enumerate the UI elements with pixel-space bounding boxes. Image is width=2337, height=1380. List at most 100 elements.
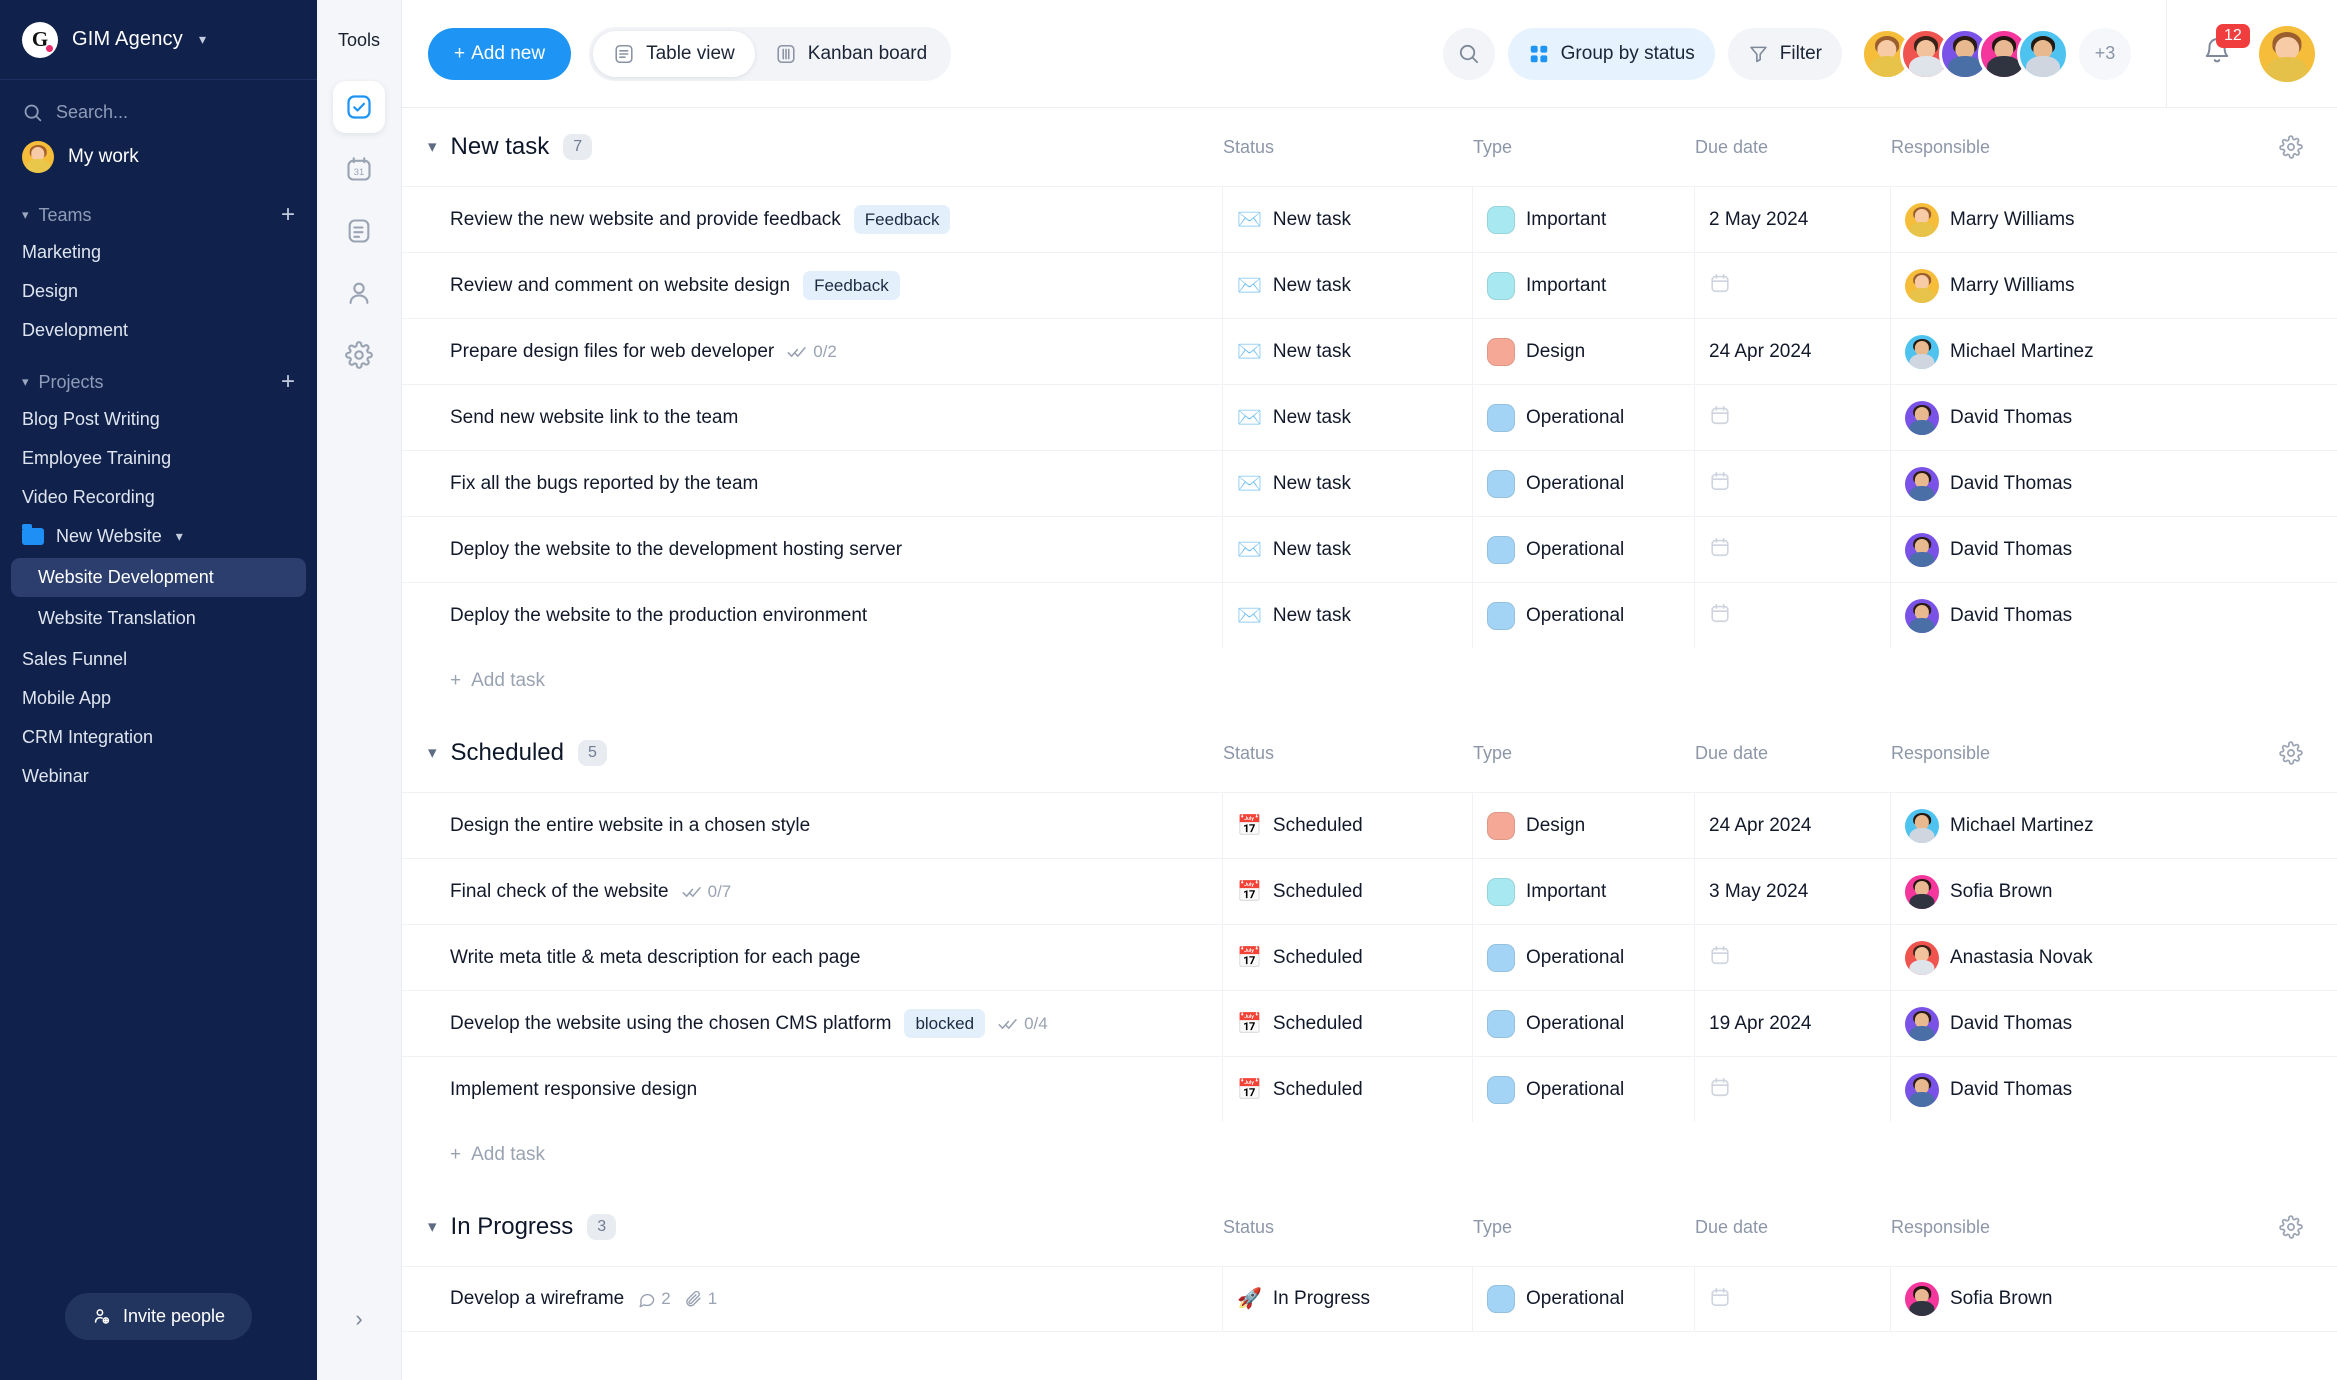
type-cell[interactable]: Operational	[1473, 517, 1695, 582]
due-date-cell[interactable]	[1695, 253, 1891, 318]
status-cell[interactable]: ✉️ New task	[1223, 385, 1473, 450]
task-name-cell[interactable]: Prepare design files for web developer 0/…	[402, 319, 1223, 384]
due-date-cell[interactable]: 24 Apr 2024	[1695, 319, 1891, 384]
responsible-cell[interactable]: David Thomas	[1891, 583, 2245, 648]
task-name-cell[interactable]: Fix all the bugs reported by the team	[402, 451, 1223, 516]
type-cell[interactable]: Operational	[1473, 1057, 1695, 1122]
responsible-cell[interactable]: Michael Martinez	[1891, 319, 2245, 384]
status-cell[interactable]: ✉️ New task	[1223, 517, 1473, 582]
type-cell[interactable]: Operational	[1473, 925, 1695, 990]
type-cell[interactable]: Operational	[1473, 1267, 1695, 1331]
filter-button[interactable]: Filter	[1727, 27, 1842, 80]
due-date-cell[interactable]	[1695, 925, 1891, 990]
table-row[interactable]: Review and comment on website design Feed…	[402, 252, 2337, 318]
due-date-cell[interactable]: 19 Apr 2024	[1695, 991, 1891, 1056]
type-cell[interactable]: Operational	[1473, 385, 1695, 450]
sidebar-item-new-website[interactable]: New Website ▾	[0, 517, 317, 556]
group-header[interactable]: ▾ New task 7 Status Type Due date Respon…	[402, 108, 2337, 186]
type-cell[interactable]: Important	[1473, 187, 1695, 252]
column-header-type[interactable]: Type	[1473, 137, 1695, 158]
type-cell[interactable]: Important	[1473, 253, 1695, 318]
status-cell[interactable]: 📅 Scheduled	[1223, 859, 1473, 924]
chevron-down-icon[interactable]: ▾	[428, 743, 437, 763]
sidebar-item-design[interactable]: Design	[0, 272, 317, 311]
due-date-cell[interactable]: 24 Apr 2024	[1695, 793, 1891, 858]
table-row[interactable]: Fix all the bugs reported by the team ✉️…	[402, 450, 2337, 516]
chevron-down-icon[interactable]: ▾	[428, 137, 437, 157]
chevron-right-icon[interactable]: ›	[355, 1306, 362, 1332]
due-date-cell[interactable]: 3 May 2024	[1695, 859, 1891, 924]
due-date-empty[interactable]	[1709, 1286, 1731, 1313]
member-avatars[interactable]: +3	[1861, 27, 2131, 80]
sidebar-item-mobile-app[interactable]: Mobile App	[0, 679, 317, 718]
due-date-empty[interactable]	[1709, 404, 1731, 431]
status-cell[interactable]: 📅 Scheduled	[1223, 793, 1473, 858]
due-date-empty[interactable]	[1709, 470, 1731, 497]
sidebar-section-projects[interactable]: ▾ Projects +	[0, 350, 317, 400]
column-header-status[interactable]: Status	[1223, 743, 1473, 764]
task-name-cell[interactable]: Implement responsive design	[402, 1057, 1223, 1122]
sidebar-item-development[interactable]: Development	[0, 311, 317, 350]
due-date-empty[interactable]	[1709, 944, 1731, 971]
rail-item-calendar[interactable]: 31	[333, 143, 385, 195]
add-task-button[interactable]: + Add task	[402, 1122, 2337, 1188]
task-name-cell[interactable]: Send new website link to the team	[402, 385, 1223, 450]
responsible-cell[interactable]: Michael Martinez	[1891, 793, 2245, 858]
column-header-responsible[interactable]: Responsible	[1891, 743, 2245, 764]
task-name-cell[interactable]: Develop a wireframe 2 1	[402, 1267, 1223, 1331]
current-user-avatar[interactable]	[2259, 25, 2315, 82]
column-header-due-date[interactable]: Due date	[1695, 1217, 1891, 1238]
column-header-responsible[interactable]: Responsible	[1891, 137, 2245, 158]
table-row[interactable]: Deploy the website to the development ho…	[402, 516, 2337, 582]
add-project-button[interactable]: +	[281, 370, 295, 394]
task-name-cell[interactable]: Review the new website and provide feedb…	[402, 187, 1223, 252]
status-cell[interactable]: ✉️ New task	[1223, 451, 1473, 516]
tab-table-view[interactable]: Table view	[593, 30, 755, 77]
column-header-type[interactable]: Type	[1473, 743, 1695, 764]
responsible-cell[interactable]: Marry Williams	[1891, 253, 2245, 318]
rail-item-tasks[interactable]	[333, 81, 385, 133]
task-name-cell[interactable]: Write meta title & meta description for …	[402, 925, 1223, 990]
type-cell[interactable]: Operational	[1473, 451, 1695, 516]
responsible-cell[interactable]: Sofia Brown	[1891, 1267, 2245, 1331]
status-cell[interactable]: ✉️ New task	[1223, 253, 1473, 318]
search-input[interactable]: Search...	[0, 80, 317, 131]
status-cell[interactable]: 📅 Scheduled	[1223, 991, 1473, 1056]
responsible-cell[interactable]: Marry Williams	[1891, 187, 2245, 252]
responsible-cell[interactable]: David Thomas	[1891, 451, 2245, 516]
group-header[interactable]: ▾ Scheduled 5 Status Type Due date Respo…	[402, 714, 2337, 792]
due-date-empty[interactable]	[1709, 1076, 1731, 1103]
status-cell[interactable]: 🚀 In Progress	[1223, 1267, 1473, 1331]
due-date-cell[interactable]	[1695, 1057, 1891, 1122]
table-row[interactable]: Review the new website and provide feedb…	[402, 186, 2337, 252]
notifications-button[interactable]: 12	[2202, 24, 2250, 71]
responsible-cell[interactable]: Anastasia Novak	[1891, 925, 2245, 990]
add-task-button[interactable]: + Add task	[402, 648, 2337, 714]
task-name-cell[interactable]: Develop the website using the chosen CMS…	[402, 991, 1223, 1056]
due-date-empty[interactable]	[1709, 602, 1731, 629]
rail-item-documents[interactable]	[333, 205, 385, 257]
sidebar-item-video-recording[interactable]: Video Recording	[0, 478, 317, 517]
due-date-cell[interactable]	[1695, 451, 1891, 516]
column-header-status[interactable]: Status	[1223, 1217, 1473, 1238]
task-name-cell[interactable]: Deploy the website to the development ho…	[402, 517, 1223, 582]
task-name-cell[interactable]: Final check of the website 0/7	[402, 859, 1223, 924]
status-cell[interactable]: 📅 Scheduled	[1223, 925, 1473, 990]
search-button[interactable]	[1442, 27, 1495, 80]
invite-people-button[interactable]: Invite people	[64, 1293, 253, 1340]
table-row[interactable]: Deploy the website to the production env…	[402, 582, 2337, 648]
status-cell[interactable]: ✉️ New task	[1223, 319, 1473, 384]
column-header-status[interactable]: Status	[1223, 137, 1473, 158]
sidebar-item-employee-training[interactable]: Employee Training	[0, 439, 317, 478]
due-date-cell[interactable]	[1695, 385, 1891, 450]
table-row[interactable]: Develop a wireframe 2 1 🚀 In Progress Oper…	[402, 1266, 2337, 1332]
group-by-status-button[interactable]: Group by status	[1507, 27, 1715, 80]
type-cell[interactable]: Operational	[1473, 991, 1695, 1056]
due-date-cell[interactable]	[1695, 1267, 1891, 1331]
table-row[interactable]: Final check of the website 0/7 📅 Schedule…	[402, 858, 2337, 924]
add-team-button[interactable]: +	[281, 203, 295, 227]
type-cell[interactable]: Design	[1473, 319, 1695, 384]
sidebar-item-my-work[interactable]: My work	[0, 131, 317, 183]
column-header-type[interactable]: Type	[1473, 1217, 1695, 1238]
column-header-due-date[interactable]: Due date	[1695, 743, 1891, 764]
